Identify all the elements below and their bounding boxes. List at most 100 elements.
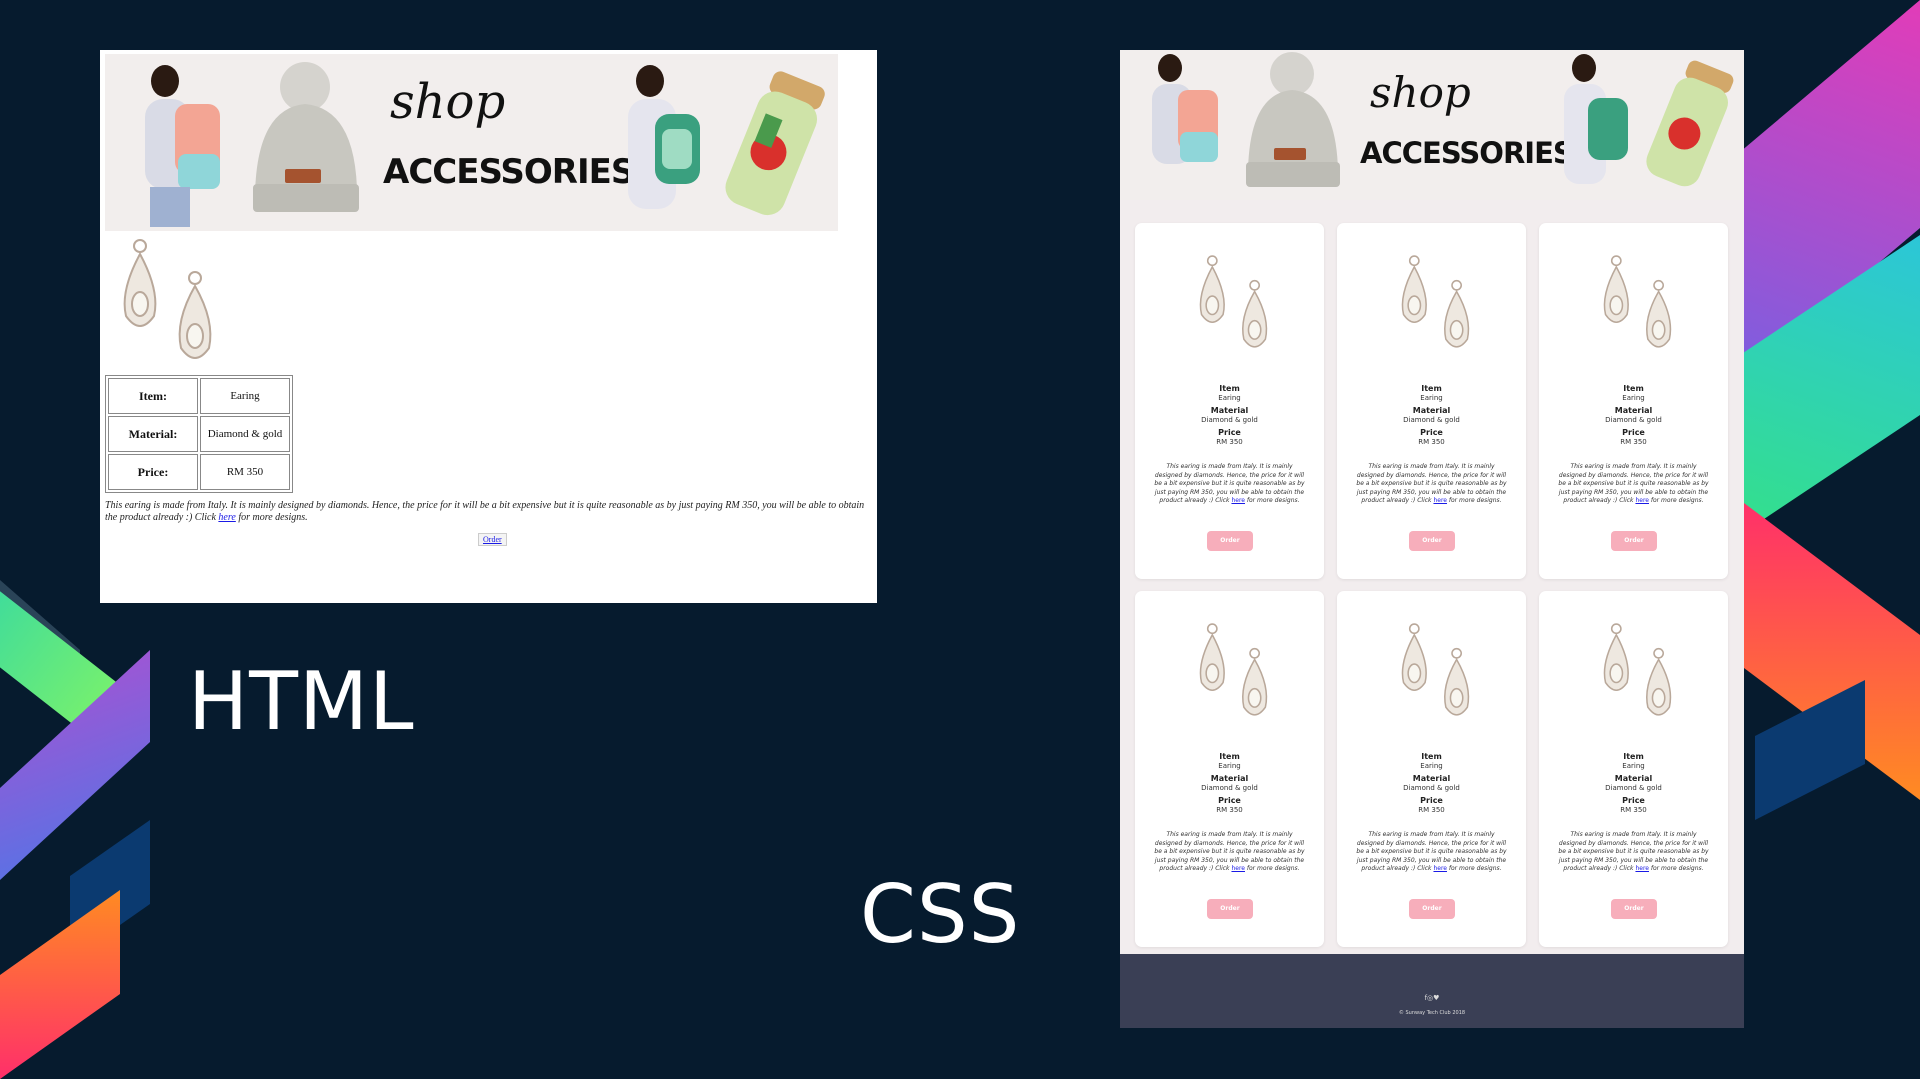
- more-designs-link[interactable]: here: [218, 512, 235, 523]
- item-value: Earing: [200, 378, 290, 414]
- material-label: Material: [1210, 774, 1249, 783]
- shop-banner: shop ACCESSORIES: [105, 54, 838, 231]
- item-value: Earing: [1622, 762, 1645, 770]
- price-value: RM 350: [1216, 806, 1243, 814]
- product-card: Item Earing Material Diamond & gold Price RM …: [1337, 591, 1526, 947]
- table-row: Price: RM 350: [108, 454, 290, 490]
- description-text: for more designs.: [1446, 865, 1502, 873]
- order-button[interactable]: Order: [1611, 899, 1657, 919]
- item-value: Earing: [1622, 394, 1645, 402]
- price-value: RM 350: [1216, 438, 1243, 446]
- more-designs-link[interactable]: here: [1231, 865, 1245, 872]
- material-value: Diamond & gold: [1201, 416, 1258, 424]
- product-description: This earing is made from Italy. It is ma…: [1557, 463, 1710, 506]
- banner-bottle-image: [1646, 60, 1734, 187]
- item-value: Earing: [1420, 394, 1443, 402]
- html-caption: HTML: [188, 655, 415, 748]
- material-value: Diamond & gold: [1605, 784, 1662, 792]
- order-button[interactable]: Order: [1409, 899, 1455, 919]
- description-text: for more designs.: [1648, 865, 1704, 873]
- material-value: Diamond & gold: [1605, 416, 1662, 424]
- description-text: for more designs.: [1648, 497, 1704, 505]
- earring-image: [1589, 621, 1679, 725]
- product-card: Item Earing Material Diamond & gold Price RM …: [1135, 591, 1324, 947]
- banner-title-script: shop: [390, 74, 506, 130]
- product-card: Item Earing Material Diamond & gold Price RM …: [1135, 223, 1324, 579]
- product-card: Item Earing Material Diamond & gold Price RM …: [1337, 223, 1526, 579]
- table-row: Material: Diamond & gold: [108, 416, 290, 452]
- price-value: RM 350: [1418, 438, 1445, 446]
- earring-image: [1185, 621, 1275, 725]
- product-description: This earing is made from Italy. It is ma…: [1153, 831, 1306, 874]
- order-button[interactable]: Order: [1207, 899, 1253, 919]
- price-label: Price: [1218, 428, 1241, 437]
- item-label: Item: [1623, 384, 1644, 393]
- description-text: for more designs.: [235, 512, 308, 523]
- banner-title-script: shop: [1370, 68, 1471, 117]
- order-button[interactable]: Order: [478, 533, 507, 546]
- earring-image: [1387, 253, 1477, 357]
- material-value: Diamond & gold: [1403, 416, 1460, 424]
- material-label: Material: [1614, 774, 1653, 783]
- table-row: Item: Earing: [108, 378, 290, 414]
- item-label: Item: [1421, 384, 1442, 393]
- banner-model-image: [1564, 54, 1628, 184]
- description-text: for more designs.: [1446, 497, 1502, 505]
- earring-image: [123, 239, 212, 359]
- price-label: Price: [1622, 796, 1645, 805]
- shop-banner: shop ACCESSORIES: [1120, 50, 1744, 200]
- banner-title-block: ACCESSORIES: [383, 152, 635, 192]
- more-designs-link[interactable]: here: [1433, 497, 1447, 504]
- css-page-preview: shop ACCESSORIES Item Earing Material Diamo…: [1120, 50, 1744, 1028]
- earring-image: [1185, 253, 1275, 357]
- product-card: Item Earing Material Diamond & gold Price RM …: [1539, 591, 1728, 947]
- earring-image: [1387, 621, 1477, 725]
- material-label: Material:: [108, 416, 198, 452]
- banner-model-image: [1152, 54, 1218, 164]
- more-designs-link[interactable]: here: [1231, 497, 1245, 504]
- product-description: This earing is made from Italy. It is ma…: [1355, 831, 1508, 874]
- material-label: Material: [1412, 406, 1451, 415]
- item-value: Earing: [1218, 394, 1241, 402]
- more-designs-link[interactable]: here: [1433, 865, 1447, 872]
- item-label: Item: [1421, 752, 1442, 761]
- decor-stripe: [0, 890, 120, 1079]
- copyright-text: © Sunway Tech Club 2018: [1398, 1010, 1466, 1016]
- price-label: Price: [1218, 796, 1241, 805]
- material-value: Diamond & gold: [1201, 784, 1258, 792]
- social-icons[interactable]: f◎♥: [1120, 994, 1744, 1002]
- site-footer: f◎♥ © Sunway Tech Club 2018: [1120, 954, 1744, 1028]
- banner-model-image: [145, 65, 220, 227]
- price-label: Price: [1622, 428, 1645, 437]
- product-description: This earing is made from Italy. It is ma…: [1153, 463, 1306, 506]
- material-label: Material: [1412, 774, 1451, 783]
- product-spec-table: Item: Earing Material: Diamond & gold Pr…: [105, 375, 293, 493]
- description-text: for more designs.: [1244, 497, 1300, 505]
- price-value: RM 350: [1620, 438, 1647, 446]
- item-value: Earing: [1218, 762, 1241, 770]
- order-button[interactable]: Order: [1207, 531, 1253, 551]
- price-value: RM 350: [1418, 806, 1445, 814]
- item-label: Item: [1219, 384, 1240, 393]
- banner-beanie-image: [1246, 52, 1340, 187]
- more-designs-link[interactable]: here: [1635, 865, 1649, 872]
- item-label: Item: [1623, 752, 1644, 761]
- item-label: Item: [1219, 752, 1240, 761]
- banner-bottle-image: [725, 71, 825, 216]
- price-value: RM 350: [200, 454, 290, 490]
- description-text: for more designs.: [1244, 865, 1300, 873]
- price-label: Price: [1420, 796, 1443, 805]
- material-label: Material: [1614, 406, 1653, 415]
- product-description: This earing is made from Italy. It is ma…: [1355, 463, 1508, 506]
- earring-image: [1589, 253, 1679, 357]
- order-button[interactable]: Order: [1409, 531, 1455, 551]
- product-description: This earing is made from Italy. It is ma…: [105, 500, 865, 524]
- banner-beanie-image: [253, 62, 359, 212]
- order-button[interactable]: Order: [1611, 531, 1657, 551]
- product-card: Item Earing Material Diamond & gold Price RM …: [1539, 223, 1728, 579]
- product-description: This earing is made from Italy. It is ma…: [1557, 831, 1710, 874]
- more-designs-link[interactable]: here: [1635, 497, 1649, 504]
- banner-model-image: [628, 65, 700, 209]
- material-value: Diamond & gold: [1403, 784, 1460, 792]
- material-value: Diamond & gold: [200, 416, 290, 452]
